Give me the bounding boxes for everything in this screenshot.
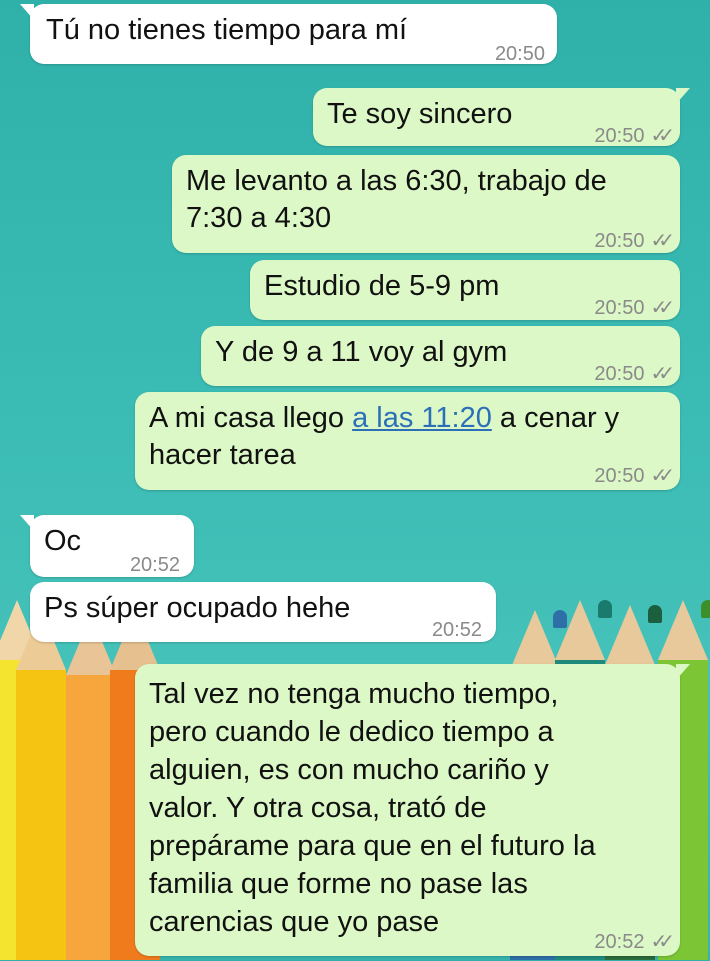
message-bubble-outgoing[interactable]: Estudio de 5-9 pm 20:50 ✓✓ <box>250 260 680 320</box>
message-text: Oc <box>44 525 82 557</box>
message-text: Tú no tienes tiempo para mí <box>46 14 408 46</box>
message-text-line: pero cuando le dedico tiempo a <box>149 716 554 748</box>
double-check-icon: ✓✓ <box>650 931 674 953</box>
message-text-line: hacer tarea <box>149 439 296 471</box>
message-meta: 20:52 ✓✓ <box>594 924 674 961</box>
chat-thread: Tú no tienes tiempo para mí 20:50 Te soy… <box>0 0 710 960</box>
double-check-icon: ✓✓ <box>650 297 674 319</box>
message-bubble-incoming[interactable]: Ps súper ocupado hehe 20:52 <box>30 582 496 642</box>
message-timestamp: 20:50 <box>594 125 645 147</box>
message-text-line: Tal vez no tenga mucho tiempo, <box>149 678 559 710</box>
message-bubble-outgoing[interactable]: Te soy sincero 20:50 ✓✓ <box>313 88 690 147</box>
message-text-line: 7:30 a 4:30 <box>186 202 332 234</box>
message-bubble-outgoing[interactable]: Y de 9 a 11 voy al gym 20:50 ✓✓ <box>201 326 680 386</box>
message-timestamp: 20:50 <box>494 43 545 65</box>
bubble-tail <box>676 664 690 680</box>
message-text: Y de 9 a 11 voy al gym <box>215 336 508 368</box>
double-check-icon: ✓✓ <box>650 125 674 147</box>
message-timestamp: 20:50 <box>594 465 645 487</box>
time-link[interactable]: a las 11:20 <box>352 402 492 434</box>
message-text: Estudio de 5-9 pm <box>264 270 500 302</box>
message-text-line: alguien, es con mucho cariño y <box>149 754 549 786</box>
message-timestamp: 20:50 <box>594 297 645 319</box>
bubble-tail <box>20 515 34 531</box>
message-meta: 20:50 ✓✓ <box>594 223 674 260</box>
bubble-tail <box>676 88 690 104</box>
message-bubble-outgoing[interactable]: A mi casa llego a las 11:20 a cenar y ha… <box>135 392 680 490</box>
double-check-icon: ✓✓ <box>650 230 674 252</box>
message-meta: 20:50 ✓✓ <box>594 356 674 393</box>
message-meta: 20:50 ✓✓ <box>594 290 674 327</box>
message-text-line: valor. Y otra cosa, trató de <box>149 792 487 824</box>
message-timestamp: 20:52 <box>129 554 180 576</box>
message-meta: 20:50 ✓✓ <box>594 458 674 495</box>
message-timestamp: 20:52 <box>594 931 645 953</box>
bubble-tail <box>20 4 34 20</box>
message-timestamp: 20:50 <box>594 230 645 252</box>
message-meta: 20:50 ✓✓ <box>594 118 674 155</box>
double-check-icon: ✓✓ <box>650 465 674 487</box>
message-text-line: carencias que yo pase <box>149 906 440 938</box>
message-text-line: prepárame para que en el futuro la <box>149 830 596 862</box>
message-text-line: Me levanto a las 6:30, trabajo de <box>186 165 607 197</box>
message-bubble-outgoing[interactable]: Me levanto a las 6:30, trabajo de 7:30 a… <box>172 155 680 253</box>
message-text: Ps súper ocupado hehe <box>44 592 351 624</box>
message-bubble-incoming[interactable]: Oc 20:52 <box>20 515 194 577</box>
message-timestamp: 20:50 <box>594 363 645 385</box>
message-text-prefix: A mi casa llego <box>149 402 353 434</box>
message-text-line: familia que forme no pase las <box>149 868 528 900</box>
message-text: Te soy sincero <box>327 98 513 130</box>
double-check-icon: ✓✓ <box>650 363 674 385</box>
message-bubble-incoming[interactable]: Tú no tienes tiempo para mí 20:50 <box>20 4 557 65</box>
message-text-suffix: a cenar y <box>491 402 620 434</box>
message-text-line: A mi casa llego a las 11:20 a cenar y <box>149 400 619 437</box>
message-bubble-outgoing[interactable]: Tal vez no tenga mucho tiempo, pero cuan… <box>135 664 690 956</box>
message-timestamp: 20:52 <box>431 619 482 641</box>
